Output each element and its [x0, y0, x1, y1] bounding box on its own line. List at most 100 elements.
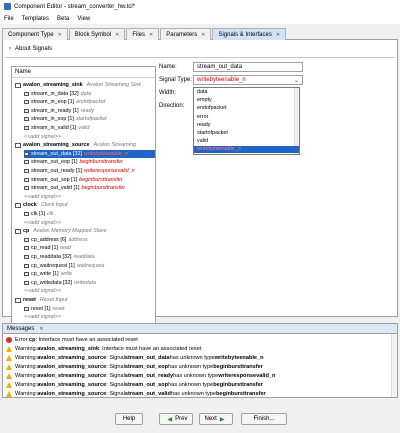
dropdown-option[interactable]: error — [194, 114, 299, 121]
divider — [5, 57, 395, 58]
signal-row[interactable]: stream_in_ready [1] ready — [24, 107, 155, 115]
add-label: <<add signal>> — [24, 133, 62, 140]
tab-component-type[interactable]: Component Type ✕ — [2, 28, 68, 40]
message-text: : Signal — [106, 390, 125, 397]
interface-row[interactable]: cp Avalon Memory Mapped Slave — [15, 227, 155, 235]
signal-name: stream_in_eop [1] — [31, 99, 75, 106]
message-mid: has unknown type — [170, 390, 216, 397]
menu-file[interactable]: File — [4, 16, 14, 22]
menu-bar: File Templates Beta View — [0, 13, 400, 24]
signal-name: stream_out_eop [1] — [31, 159, 78, 166]
about-signals-toggle[interactable]: › About Signals — [9, 44, 52, 54]
tab-parameters[interactable]: Parameters ✕ — [160, 28, 212, 40]
signal-row[interactable]: stream_in_sop [1] startofpacket — [24, 115, 155, 123]
dropdown-option[interactable]: data — [194, 89, 299, 96]
signal-row[interactable]: stream_out_eop [1] beginbursttransfer — [24, 158, 155, 166]
close-icon[interactable]: ✕ — [276, 32, 280, 38]
interface-row[interactable]: reset Reset Input — [15, 296, 155, 304]
add-row[interactable]: <<add signal>> — [24, 313, 155, 321]
signal-row[interactable]: stream_in_data [32] data — [24, 90, 155, 98]
signal-role: readdata — [73, 254, 95, 260]
signal-role: beginbursttransfer — [79, 176, 123, 183]
interface-icon — [15, 297, 21, 303]
close-icon[interactable]: ✕ — [201, 32, 205, 38]
help-button[interactable]: Help — [115, 413, 143, 425]
add-row[interactable]: <<add signal>> — [24, 193, 155, 201]
interface-row[interactable]: avalon_streaming_sink Avalon Streaming Si… — [15, 81, 155, 89]
message-type: beginbursttransfer — [213, 381, 263, 388]
interface-name: cp — [23, 228, 30, 235]
signals-panel: › About Signals Name avalon_streaming_si… — [2, 40, 398, 351]
signal-row[interactable]: stream_in_eop [1] endofpacket — [24, 98, 155, 106]
signal-row[interactable]: stream_out_sop [1] beginbursttransfer — [24, 176, 155, 184]
signal-row[interactable]: cp_write [1] write — [24, 270, 155, 278]
interface-type: Avalon Memory Mapped Slave — [33, 228, 107, 235]
messages-tab[interactable]: Messages ✕ — [2, 323, 398, 334]
tab-block-symbol[interactable]: Block Symbol ✕ — [68, 28, 126, 40]
finish-button[interactable]: Finish... — [241, 413, 287, 425]
message-row: Warning: avalon_streaming_source: Signal… — [6, 380, 263, 389]
button-bar: Help ◀ Prev Next ▶ Finish... — [0, 408, 400, 433]
next-button[interactable]: Next ▶ — [199, 413, 233, 425]
signal-row[interactable]: cp_readdata [32] readdata — [24, 253, 155, 261]
interface-row[interactable]: clock Clock Input — [15, 201, 155, 209]
port-icon — [24, 100, 29, 105]
dropdown-option[interactable]: ready — [194, 122, 299, 129]
signal-row[interactable]: cp_read [1] read — [24, 244, 155, 252]
close-icon[interactable]: ✕ — [115, 32, 119, 38]
signal-tree[interactable]: Name avalon_streaming_sink Avalon Streami… — [11, 66, 156, 351]
message-type: writeresponsevalid_n — [218, 372, 276, 379]
signal-type-dropdown-list[interactable]: data empty endofpacket error ready startofpac… — [193, 87, 300, 155]
close-icon[interactable]: ✕ — [39, 326, 43, 332]
message-signal: stream_out_eop — [124, 363, 169, 370]
dropdown-option[interactable]: empty — [194, 97, 299, 104]
port-icon — [24, 255, 29, 259]
signal-role: writeresponsevalid_n — [83, 168, 135, 174]
tab-signals-interfaces[interactable]: Signals & Interfaces ✕ — [212, 28, 287, 40]
tab-files[interactable]: Files ✕ — [126, 28, 160, 40]
signal-row[interactable]: stream_out_data [32] writebyteenable_n — [24, 149, 155, 158]
close-icon[interactable]: ✕ — [149, 32, 153, 38]
message-mid: has unknown type — [168, 381, 214, 388]
signal-name: stream_in_ready [1] — [31, 107, 79, 114]
dropdown-option[interactable]: startofpacket — [194, 130, 299, 137]
menu-view[interactable]: View — [77, 16, 90, 22]
add-row[interactable]: <<add signal>> — [24, 219, 155, 227]
signal-role: writebyteenable_n — [83, 150, 128, 157]
scrollbar[interactable] — [391, 334, 397, 397]
interface-row[interactable]: avalon_streaming_source Avalon Streaming — [15, 141, 155, 149]
message-text: : Signal — [106, 381, 125, 388]
dropdown-option[interactable]: writebyteenable_n — [194, 146, 299, 154]
add-row[interactable]: <<add signal>> — [24, 133, 155, 141]
signal-row[interactable]: cp_waitrequest [1] waitrequest — [24, 262, 155, 270]
dropdown-option[interactable]: endofpacket — [194, 105, 299, 112]
menu-beta[interactable]: Beta — [57, 16, 69, 22]
port-icon — [24, 306, 29, 311]
signal-row[interactable]: cp_writedata [32] writedata — [24, 279, 155, 287]
chevron-down-icon: ⌄ — [293, 78, 299, 84]
signal-type-label: Signal Type: — [159, 77, 192, 83]
name-field[interactable]: stream_out_data — [193, 62, 303, 72]
add-row[interactable]: <<add signal>> — [24, 287, 155, 295]
signal-row[interactable]: clk [1] clk — [24, 210, 155, 218]
signal-role: startofpacket — [75, 116, 107, 123]
message-prefix: Warning: — [15, 345, 38, 352]
signal-row[interactable]: stream_in_valid [1] valid — [24, 124, 155, 132]
app-icon — [4, 3, 11, 10]
signal-type-select[interactable]: writebyteenable_n ⌄ — [193, 75, 303, 85]
signal-name: stream_in_data [32] — [31, 90, 79, 97]
signal-name: cp_readdata [32] — [31, 254, 72, 260]
dropdown-option[interactable]: valid — [194, 138, 299, 145]
prev-button[interactable]: ◀ Prev — [159, 413, 193, 425]
close-icon[interactable]: ✕ — [58, 32, 62, 38]
signal-name: stream_in_sop [1] — [31, 116, 74, 123]
signal-row[interactable]: reset [1] reset — [24, 305, 155, 313]
message-row: Error: cp: Interface must have an associ… — [6, 335, 138, 344]
message-interface: avalon_streaming_source — [37, 354, 107, 361]
menu-templates[interactable]: Templates — [22, 16, 49, 22]
port-icon — [24, 169, 29, 173]
message-text: : Interface must have an associated rese… — [99, 345, 202, 352]
signal-row[interactable]: stream_out_ready [1] writeresponsevalid_n — [24, 167, 155, 175]
signal-row[interactable]: cp_address [6] address — [24, 236, 155, 244]
signal-row[interactable]: stream_out_valid [1] beginbursttransfer — [24, 184, 155, 192]
